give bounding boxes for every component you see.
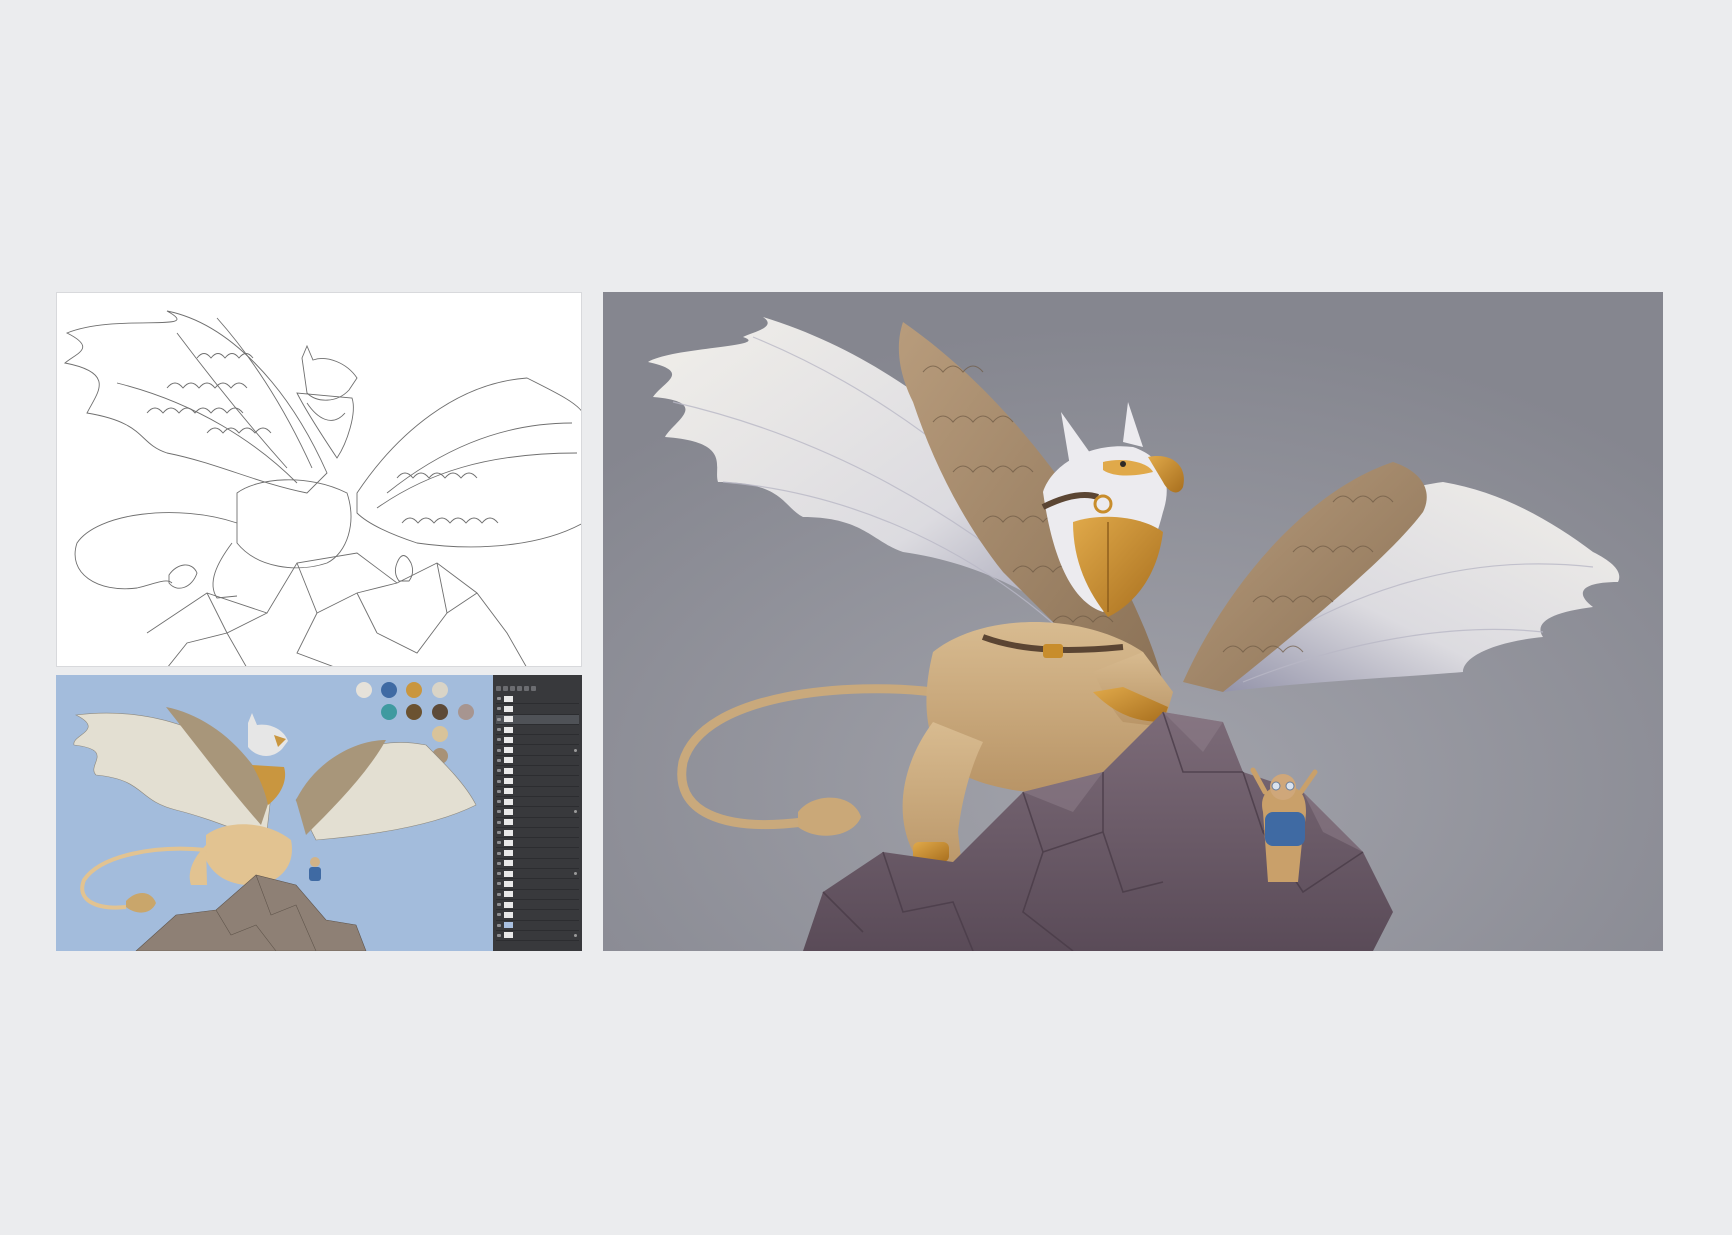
lock-icon [574, 810, 577, 814]
sketch-panel [56, 292, 582, 667]
final-painting-panel [603, 292, 1663, 951]
layer-thumbnail [504, 850, 513, 857]
layer-thumbnail [504, 932, 513, 939]
layers-panel[interactable] [493, 675, 582, 951]
layer-thumbnail [504, 736, 513, 743]
layer-thumbnail [504, 880, 513, 887]
layer-thumbnail [504, 747, 513, 754]
layer-thumbnail [504, 726, 513, 733]
layer-row[interactable] [496, 910, 579, 921]
layer-row[interactable] [496, 735, 579, 746]
layer-row[interactable] [496, 828, 579, 839]
layer-row[interactable] [496, 869, 579, 880]
eye-icon[interactable] [497, 923, 501, 927]
eye-icon[interactable] [497, 810, 501, 814]
eye-icon[interactable] [497, 882, 501, 886]
layer-list[interactable] [496, 694, 579, 942]
lock-icon [574, 748, 577, 752]
eye-icon[interactable] [497, 728, 501, 732]
layer-thumbnail [504, 870, 513, 877]
eye-icon[interactable] [497, 769, 501, 773]
eye-icon[interactable] [497, 933, 501, 937]
eye-icon[interactable] [497, 872, 501, 876]
layers-panel-header [496, 679, 579, 686]
layer-thumbnail [504, 808, 513, 815]
layer-thumbnail [504, 819, 513, 826]
layer-thumbnail [504, 860, 513, 867]
layer-row[interactable] [496, 725, 579, 736]
layer-row[interactable] [496, 787, 579, 797]
layer-thumbnail [504, 757, 513, 764]
layer-row[interactable] [496, 694, 579, 705]
flat-color-canvas [56, 675, 493, 951]
layer-thumbnail [504, 911, 513, 918]
layer-row[interactable] [496, 756, 579, 767]
layer-row[interactable] [496, 900, 579, 911]
eye-icon[interactable] [497, 800, 501, 804]
layer-row[interactable] [496, 859, 579, 870]
eye-icon[interactable] [497, 738, 501, 742]
layer-thumbnail [504, 695, 513, 702]
layer-thumbnail [504, 767, 513, 774]
layer-row[interactable] [496, 931, 579, 942]
eye-icon[interactable] [497, 913, 501, 917]
eye-icon[interactable] [497, 841, 501, 845]
eye-icon[interactable] [497, 758, 501, 762]
eye-icon[interactable] [497, 831, 501, 834]
layer-row[interactable] [496, 704, 579, 715]
eye-icon[interactable] [497, 903, 501, 907]
layer-thumbnail [504, 716, 513, 723]
flat-color-panel [56, 675, 582, 951]
layer-row[interactable] [496, 797, 579, 808]
layer-row[interactable] [496, 890, 579, 900]
eye-icon[interactable] [497, 748, 501, 752]
layer-row[interactable] [496, 848, 579, 859]
layer-thumbnail [504, 778, 513, 785]
eye-icon[interactable] [497, 851, 501, 855]
eye-icon[interactable] [497, 779, 501, 783]
eye-icon[interactable] [497, 892, 501, 896]
layer-thumbnail [504, 839, 513, 846]
layer-row[interactable] [496, 714, 579, 725]
layer-row[interactable] [496, 879, 579, 890]
eye-icon[interactable] [497, 707, 501, 711]
layer-row[interactable] [496, 838, 579, 849]
layer-row[interactable] [496, 807, 579, 818]
layer-thumbnail [504, 788, 513, 795]
eye-icon[interactable] [497, 789, 501, 793]
layer-row[interactable] [496, 766, 579, 777]
layer-thumbnail [504, 891, 513, 898]
griffin-line-art [63, 310, 581, 666]
layer-row[interactable] [496, 921, 579, 931]
layer-row[interactable] [496, 745, 579, 756]
eye-icon[interactable] [497, 717, 501, 721]
layers-toolbar[interactable] [496, 686, 579, 692]
layer-thumbnail [504, 829, 513, 836]
layer-thumbnail [504, 922, 513, 929]
lock-icon [574, 933, 577, 937]
lock-icon [574, 872, 577, 876]
final-griffin-painting [603, 292, 1663, 951]
layer-row[interactable] [496, 818, 579, 828]
layer-thumbnail [504, 705, 513, 712]
layer-row[interactable] [496, 776, 579, 787]
eye-icon[interactable] [497, 861, 501, 865]
layer-thumbnail [504, 798, 513, 805]
eye-icon[interactable] [497, 697, 501, 701]
eye-icon[interactable] [497, 820, 501, 824]
layer-thumbnail [504, 901, 513, 908]
